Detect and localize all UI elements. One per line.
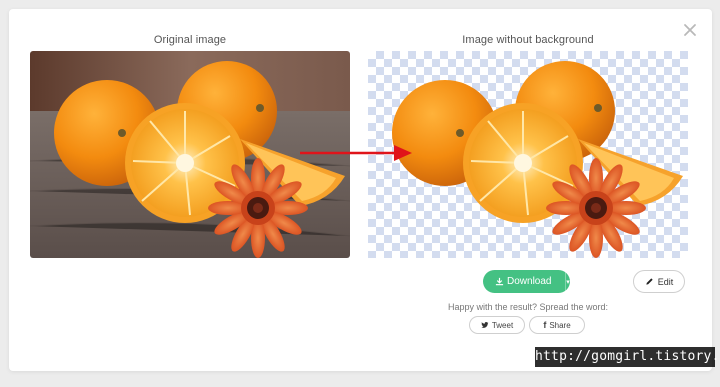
twitter-icon (481, 322, 489, 328)
share-prompt: Happy with the result? Spread the word: (447, 302, 609, 312)
facebook-icon: f (543, 320, 547, 330)
chevron-down-icon[interactable]: ▾ (566, 278, 570, 286)
download-button[interactable]: Download ▾ (483, 270, 570, 293)
original-image (30, 51, 350, 258)
original-image-title: Original image (153, 34, 227, 46)
tweet-button[interactable]: Tweet (469, 316, 525, 334)
result-image (368, 51, 688, 258)
result-image-title: Image without background (462, 34, 594, 46)
share-label: Share (549, 320, 571, 330)
edit-button[interactable]: Edit (633, 270, 685, 293)
download-label: Download (507, 276, 552, 287)
edit-label: Edit (657, 276, 674, 287)
pencil-icon (646, 278, 653, 285)
blog-watermark: http://gomgirl.tistory.com (535, 347, 720, 367)
facebook-share-button[interactable]: f Share (529, 316, 585, 334)
download-icon (495, 277, 504, 286)
tweet-label: Tweet (491, 320, 514, 330)
